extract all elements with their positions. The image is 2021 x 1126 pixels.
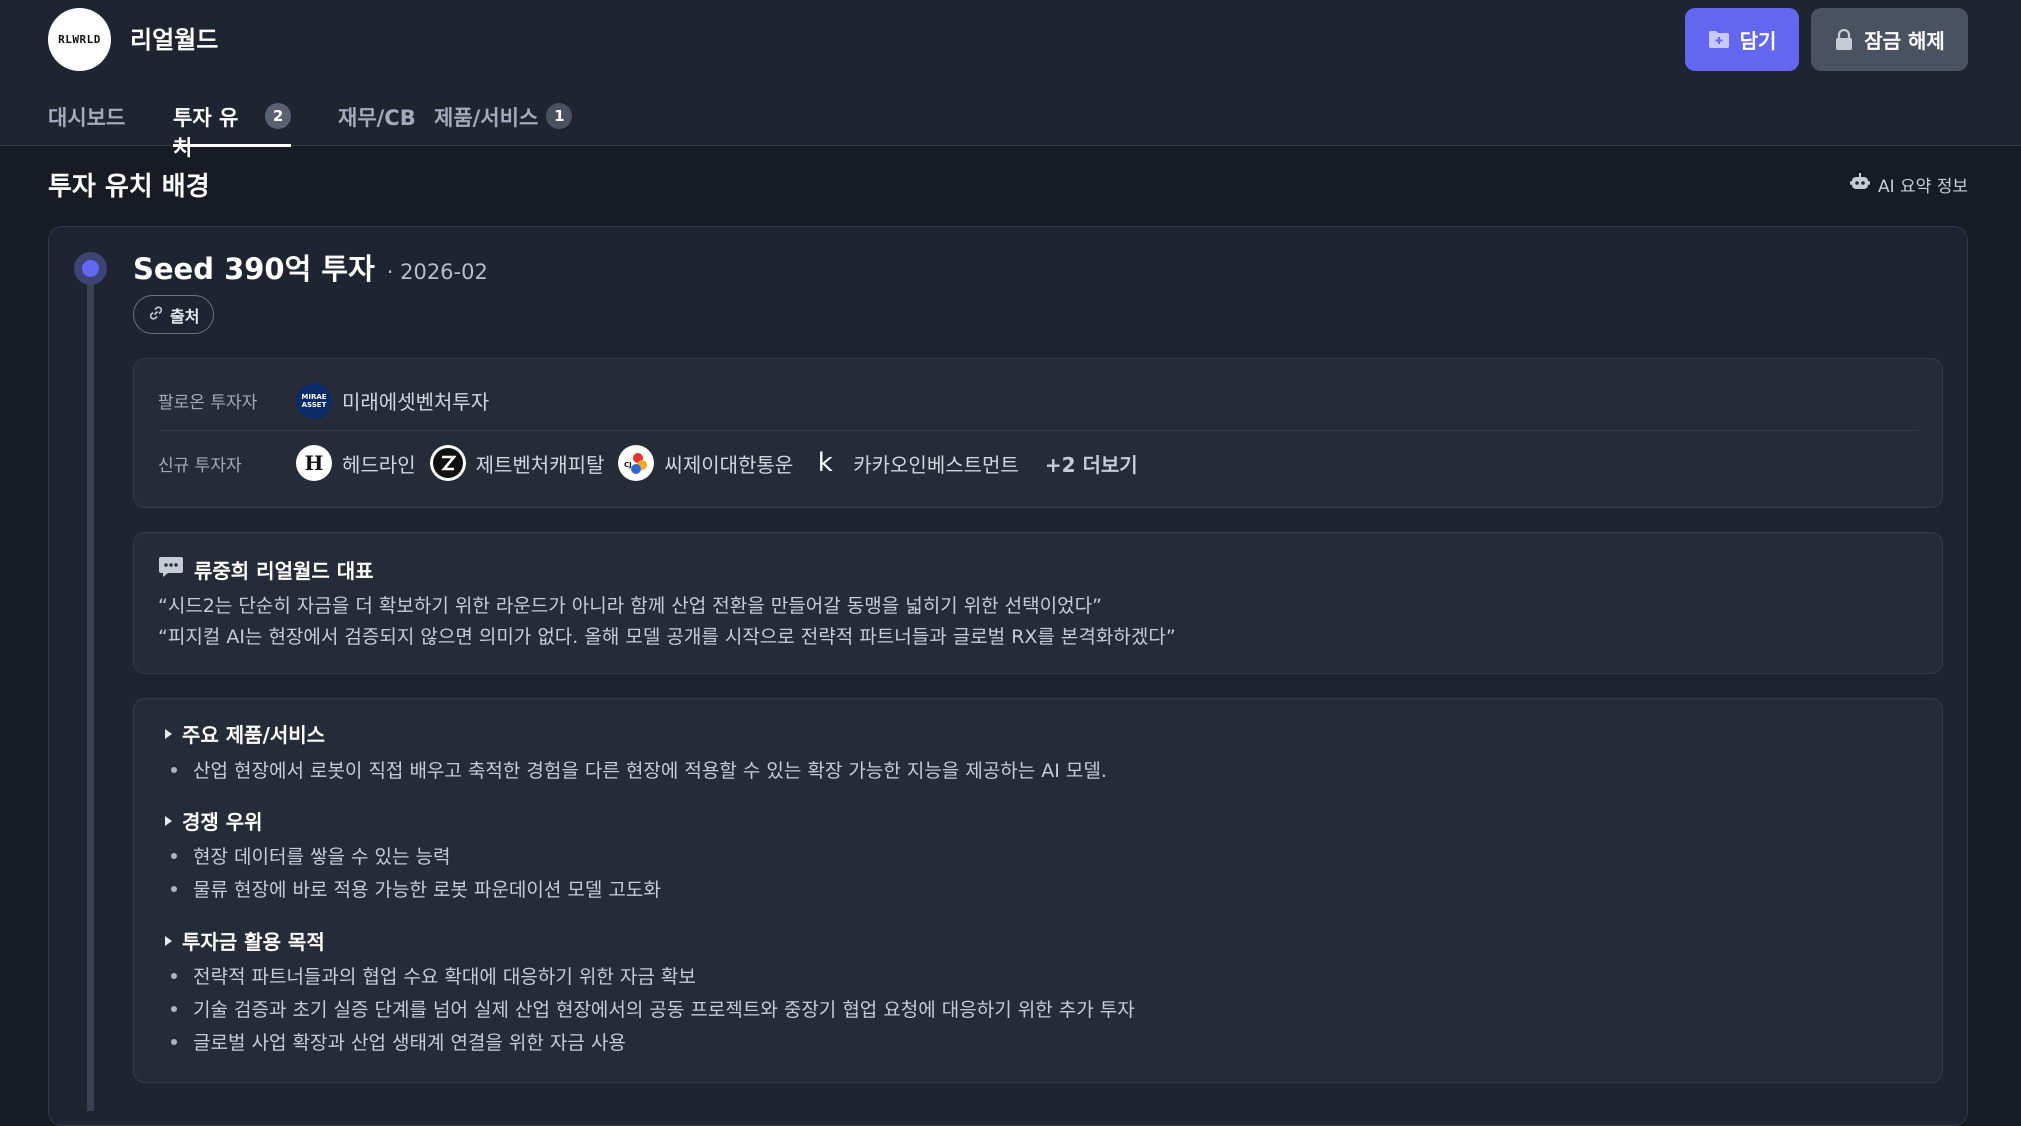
tab-dashboard[interactable]: 대시보드: [48, 98, 173, 146]
lock-icon: [1834, 28, 1854, 51]
bullet-icon: [171, 1038, 177, 1045]
investor-name: 제트벤처캐피탈: [475, 452, 605, 477]
company-logo: RLWRLD: [48, 8, 111, 71]
investor-cj[interactable]: CJ 씨제이대한통운: [618, 445, 793, 481]
caret-right-icon: [165, 815, 172, 826]
tab-count-badge: 2: [265, 103, 291, 129]
tab-label: 대시보드: [48, 106, 126, 130]
list-item: 물류 현장에 바로 적용 가능한 로봇 파운데이션 모델 고도화: [171, 875, 661, 902]
caret-right-icon: [165, 728, 172, 739]
folder-plus-icon: [1708, 30, 1730, 50]
ai-summary-info[interactable]: AI 요약 정보: [1849, 172, 1968, 197]
save-button-label: 담기: [1739, 29, 1777, 53]
follow-on-label: 팔로온 투자자: [158, 393, 258, 413]
investor-name: 미래에셋벤처투자: [342, 390, 490, 414]
investor-logo: MIRAE ASSET: [296, 382, 332, 419]
tab-bar: 대시보드 투자 유치 2 재무/CB 제품/서비스 1: [48, 98, 573, 160]
section-heading: 경쟁 우위: [182, 810, 263, 834]
svg-text:CJ: CJ: [624, 461, 632, 469]
list-item-text: 산업 현장에서 로봇이 직접 배우고 축적한 경험을 다른 현장에 적용할 수 …: [193, 760, 1107, 782]
page-title: 투자 유치 배경: [48, 172, 210, 202]
tab-label: 제품/서비스: [434, 106, 539, 130]
link-icon: [148, 305, 164, 325]
source-link[interactable]: 출처: [133, 295, 215, 334]
tab-products[interactable]: 제품/서비스 1: [434, 98, 573, 146]
list-item-text: 글로벌 사업 확장과 산업 생태계 연결을 위한 자금 사용: [193, 1032, 626, 1054]
section-toggle-products[interactable]: 주요 제품/서비스: [165, 719, 325, 748]
investor-logo: H: [296, 445, 332, 481]
investor-name: 헤드라인: [342, 452, 416, 477]
new-investors-label: 신규 투자자: [158, 455, 242, 476]
bullet-icon: [171, 766, 177, 773]
quote-speaker: 류중희 리얼월드 대표: [194, 559, 374, 583]
bullet-icon: [171, 852, 177, 859]
section-heading: 주요 제품/서비스: [182, 723, 326, 747]
investor-headline[interactable]: H 헤드라인: [296, 445, 416, 481]
round-name: Seed 390억 투자: [133, 252, 375, 286]
unlock-button-label: 잠금 해제: [1864, 29, 1945, 53]
save-button[interactable]: 담기: [1685, 8, 1799, 71]
investor-z-venture[interactable]: 제트벤처캐피탈: [429, 445, 605, 481]
unlock-button[interactable]: 잠금 해제: [1811, 8, 1968, 71]
investor-name: 씨제이대한통운: [664, 452, 794, 477]
quote-line: “피지컬 AI는 현장에서 검증되지 않으면 의미가 없다. 올해 모델 공개를…: [158, 626, 1176, 648]
list-item-text: 전략적 파트너들과의 협업 수요 확대에 대응하기 위한 자금 확보: [193, 966, 696, 988]
investor-mirae[interactable]: MIRAE ASSET 미래에셋벤처투자: [296, 382, 490, 419]
section-heading: 투자금 활용 목적: [182, 930, 325, 954]
list-item-text: 기술 검증과 초기 실증 단계를 넘어 실제 산업 현장에서의 공동 프로젝트와…: [193, 999, 1135, 1021]
list-item: 글로벌 사업 확장과 산업 생태계 연결을 위한 자금 사용: [171, 1028, 626, 1055]
list-item: 기술 검증과 초기 실증 단계를 넘어 실제 산업 현장에서의 공동 프로젝트와…: [171, 995, 1135, 1022]
follow-on-list: MIRAE ASSET 미래에셋벤처투자: [296, 382, 491, 419]
section-toggle-fund-usage[interactable]: 투자금 활용 목적: [165, 926, 325, 955]
investor-logo: [429, 445, 466, 481]
bullet-icon: [171, 972, 177, 979]
tab-label: 투자 유치: [173, 106, 239, 160]
quote-line: “시드2는 단순히 자금을 더 확보하기 위한 라운드가 아니라 함께 산업 전…: [158, 595, 1102, 617]
investor-logo: CJ: [618, 445, 655, 481]
quote-header: 류중희 리얼월드 대표: [158, 555, 374, 584]
speech-bubble-icon: [158, 555, 184, 584]
list-item-text: 물류 현장에 바로 적용 가능한 로봇 파운데이션 모델 고도화: [193, 879, 661, 901]
more-investors-link[interactable]: +2 더보기: [1045, 449, 1138, 478]
list-item: 전략적 파트너들과의 협업 수요 확대에 대응하기 위한 자금 확보: [171, 962, 696, 989]
list-item: 현장 데이터를 쌓을 수 있는 능력: [171, 842, 450, 869]
company-name: 리얼월드: [130, 26, 219, 54]
tab-finance[interactable]: 재무/CB: [338, 98, 434, 146]
logo-text: RLWRLD: [58, 33, 101, 46]
round-title: Seed 390억 투자 · 2026-02: [133, 246, 488, 288]
robot-icon: [1849, 173, 1870, 196]
ceo-quote-panel: 류중희 리얼월드 대표 “시드2는 단순히 자금을 더 확보하기 위한 라운드가…: [133, 532, 1943, 674]
investor-name: 카카오인베스트먼트: [853, 452, 1019, 477]
tab-investment[interactable]: 투자 유치 2: [173, 98, 291, 160]
list-item: 산업 현장에서 로봇이 직접 배우고 축적한 경험을 다른 현장에 적용할 수 …: [171, 756, 1107, 783]
timeline-dot: [74, 252, 107, 285]
bullet-icon: [171, 1005, 177, 1012]
timeline-line: [87, 270, 94, 1111]
investors-panel: 팔로온 투자자 MIRAE ASSET 미래에셋벤처투자 신규 투자자 H 헤드…: [133, 358, 1943, 508]
tab-count-badge: 1: [546, 103, 573, 129]
new-investors-list: H 헤드라인 제트벤처캐피탈 CJ 씨제이대한통운 k 카카오인베스트먼트 +2…: [296, 445, 1138, 481]
new-investors-row: 신규 투자자 H 헤드라인 제트벤처캐피탈 CJ 씨제이대한통운 k 카카오인베…: [158, 433, 1918, 493]
follow-on-investors-row: 팔로온 투자자 MIRAE ASSET 미래에셋벤처투자: [158, 371, 1918, 431]
round-date: · 2026-02: [386, 260, 488, 284]
list-item-text: 현장 데이터를 쌓을 수 있는 능력: [193, 846, 451, 868]
top-header: RLWRLD 리얼월드 담기 잠금 해제 대시보드 투자 유치 2 재무/CB …: [0, 0, 2021, 160]
investor-logo: k: [817, 448, 833, 478]
ai-summary-label: AI 요약 정보: [1877, 177, 1968, 197]
section-toggle-advantage[interactable]: 경쟁 우위: [165, 806, 263, 835]
caret-right-icon: [165, 935, 172, 946]
source-label: 출처: [170, 306, 200, 326]
details-panel: 주요 제품/서비스 산업 현장에서 로봇이 직접 배우고 축적한 경험을 다른 …: [133, 698, 1943, 1083]
tab-label: 재무/CB: [338, 106, 416, 130]
investor-kakao[interactable]: k 카카오인베스트먼트: [807, 445, 1019, 481]
bullet-icon: [171, 885, 177, 892]
